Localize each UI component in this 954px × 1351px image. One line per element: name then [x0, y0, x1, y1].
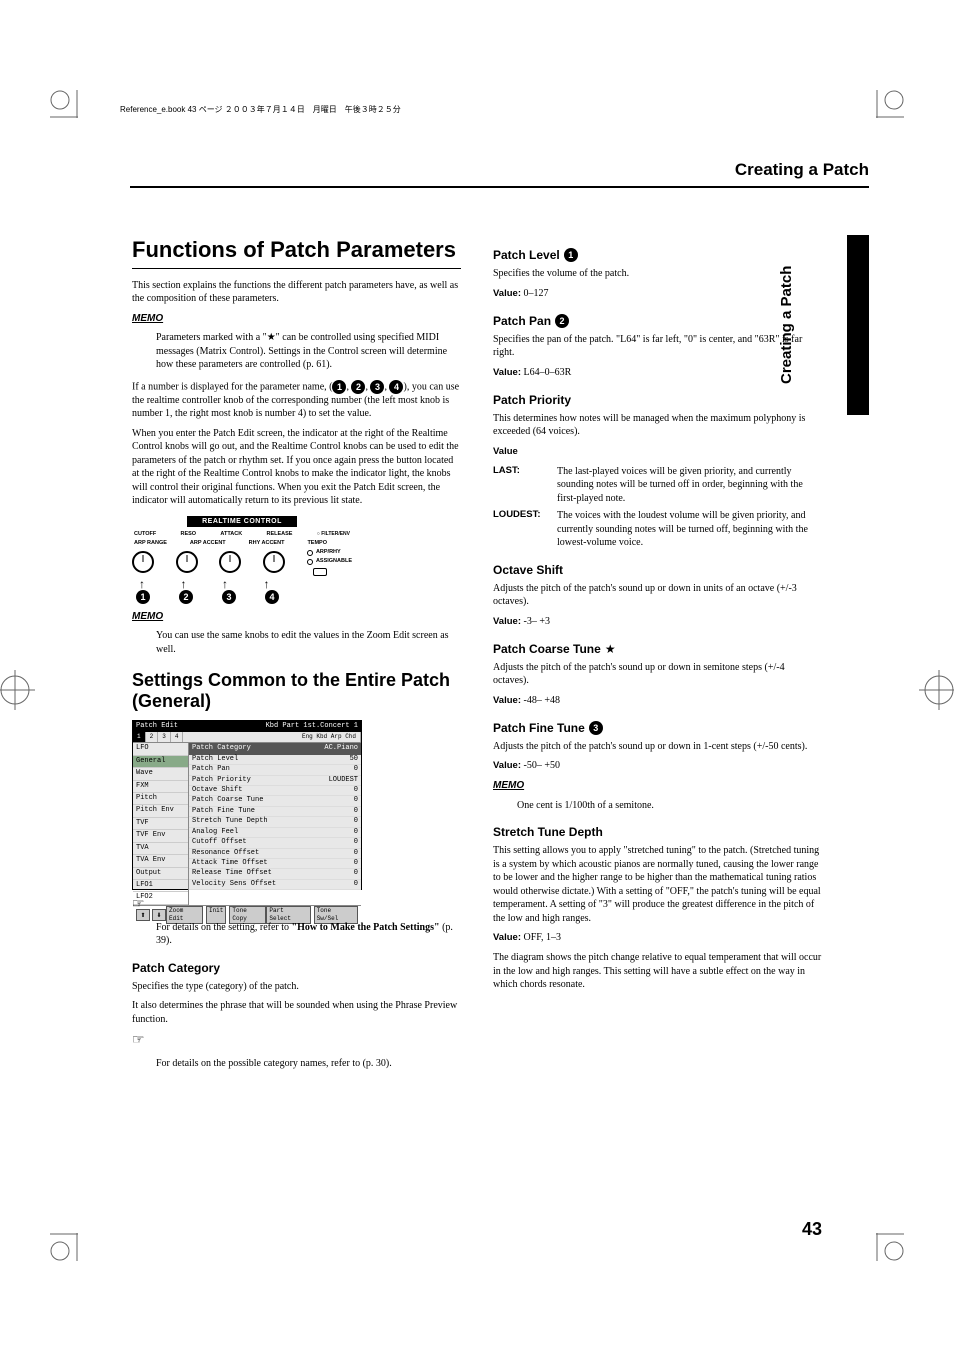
def-loudest: The voices with the loudest volume will …	[557, 509, 822, 550]
pointer-icon: ☞	[132, 896, 145, 915]
crop-mark-br	[876, 1233, 904, 1261]
num-3-icon: 3	[222, 590, 236, 604]
value-label: Value	[493, 446, 518, 457]
stretch-tune-after: The diagram shows the pitch change relat…	[493, 951, 822, 992]
page-number: 43	[802, 1217, 822, 1241]
running-title-text: Creating a Patch	[735, 159, 869, 182]
edge-target-right	[919, 670, 954, 710]
star-icon: ★	[605, 641, 616, 657]
memo-zoom-edit-body: You can use the same knobs to edit the v…	[132, 629, 461, 656]
num-1-icon: 1	[136, 590, 150, 604]
num-4-icon: 4	[265, 590, 279, 604]
knob-1-icon	[132, 551, 154, 573]
term-last: LAST:	[493, 465, 551, 478]
intro-paragraph: This section explains the functions the …	[132, 279, 461, 306]
value-label: Value:	[493, 616, 521, 627]
h3-patch-category: Patch Category	[132, 960, 461, 976]
h3-stretch-tune: Stretch Tune Depth	[493, 824, 822, 840]
h2-general-settings: Settings Common to the Entire Patch (Gen…	[132, 670, 461, 711]
section-tab: Creating a Patch	[847, 235, 869, 415]
memo-label-icon: MEMO	[132, 312, 163, 326]
crop-mark-tr	[876, 90, 904, 118]
num-1-icon: 1	[332, 380, 346, 394]
crop-mark-tl	[50, 90, 78, 118]
octave-shift-desc: Adjusts the pitch of the patch's sound u…	[493, 582, 822, 609]
led-column: ARP/RHY ASSIGNABLE	[307, 549, 352, 576]
patch-priority-desc: This determines how notes will be manage…	[493, 412, 822, 439]
print-header: Reference_e.book 43 ページ ２００３年７月１４日 月曜日 午…	[120, 105, 401, 116]
realtime-control-illustration: REALTIME CONTROL CUTOFF RESO ATTACK RELE…	[132, 516, 352, 604]
patch-pan-desc: Specifies the pan of the patch. "L64" is…	[493, 333, 822, 360]
value-label: Value:	[493, 695, 521, 706]
memo-matrix-control: MEMO	[132, 312, 461, 326]
arrow-up-icon: ↑	[181, 578, 187, 590]
memo-label-icon: MEMO	[493, 779, 524, 793]
value-label: Value:	[493, 367, 521, 378]
edge-target-left	[0, 670, 35, 710]
memo-one-cent-body: One cent is 1/100th of a semitone.	[493, 799, 822, 813]
patch-level-desc: Specifies the volume of the patch.	[493, 267, 822, 281]
realtime-knob-paragraph-2: When you enter the Patch Edit screen, th…	[132, 427, 461, 508]
num-3-icon: 3	[370, 380, 384, 394]
value-label: Value:	[493, 932, 521, 943]
knob-3-icon	[219, 551, 241, 573]
num-2-icon: 2	[351, 380, 365, 394]
arrow-up-icon: ↑	[222, 578, 228, 590]
crop-mark-bl	[50, 1233, 78, 1261]
patch-category-desc2: It also determines the phrase that will …	[132, 999, 461, 1026]
patch-edit-screenshot: Patch Edit Kbd Part 1st.Concert 1 1 2 3 …	[132, 720, 362, 890]
patch-coarse-tune-desc: Adjusts the pitch of the patch's sound u…	[493, 661, 822, 688]
h3-patch-level: Patch Level 1	[493, 247, 822, 263]
h1-functions: Functions of Patch Parameters	[132, 235, 461, 269]
pointer-how-to-make-body: For details on the setting, refer to "Ho…	[132, 921, 461, 948]
left-column: Functions of Patch Parameters This secti…	[132, 235, 461, 1221]
h3-patch-coarse-tune: Patch Coarse Tune ★	[493, 641, 822, 657]
patch-fine-tune-desc: Adjusts the pitch of the patch's sound u…	[493, 740, 822, 754]
right-column: Patch Level 1 Specifies the volume of th…	[493, 235, 822, 1221]
realtime-control-label: REALTIME CONTROL	[187, 516, 297, 527]
memo-label-icon: MEMO	[132, 610, 163, 624]
num-4-icon: 4	[389, 380, 403, 394]
value-label: Value:	[493, 760, 521, 771]
pointer-category-names: ☞	[132, 1032, 461, 1051]
num-1-icon: 1	[564, 248, 578, 262]
num-2-icon: 2	[179, 590, 193, 604]
patch-priority-values: LAST: The last-played voices will be giv…	[493, 465, 822, 550]
realtime-knob-paragraph-1: If a number is displayed for the paramet…	[132, 380, 461, 421]
knob-2-icon	[176, 551, 198, 573]
pointer-category-names-body: For details on the possible category nam…	[132, 1057, 461, 1071]
pointer-icon: ☞	[132, 1032, 145, 1051]
knob-4-icon	[263, 551, 285, 573]
value-label: Value:	[493, 288, 521, 299]
h3-patch-priority: Patch Priority	[493, 392, 822, 408]
mode-button-icon	[313, 568, 327, 576]
memo-matrix-control-body: Parameters marked with a "★" can be cont…	[132, 331, 461, 372]
running-title: Creating a Patch	[130, 160, 869, 188]
memo-zoom-edit: MEMO	[132, 610, 461, 624]
num-3-icon: 3	[589, 721, 603, 735]
def-last: The last-played voices will be given pri…	[557, 465, 822, 506]
patch-category-desc1: Specifies the type (category) of the pat…	[132, 980, 461, 994]
h3-patch-fine-tune: Patch Fine Tune 3	[493, 720, 822, 736]
memo-one-cent: MEMO	[493, 779, 822, 793]
arrow-up-icon: ↑	[264, 578, 270, 590]
h3-octave-shift: Octave Shift	[493, 562, 822, 578]
arrow-up-icon: ↑	[139, 578, 145, 590]
h3-patch-pan: Patch Pan 2	[493, 313, 822, 329]
stretch-tune-desc: This setting allows you to apply "stretc…	[493, 844, 822, 925]
num-2-icon: 2	[555, 314, 569, 328]
term-loudest: LOUDEST:	[493, 509, 551, 522]
